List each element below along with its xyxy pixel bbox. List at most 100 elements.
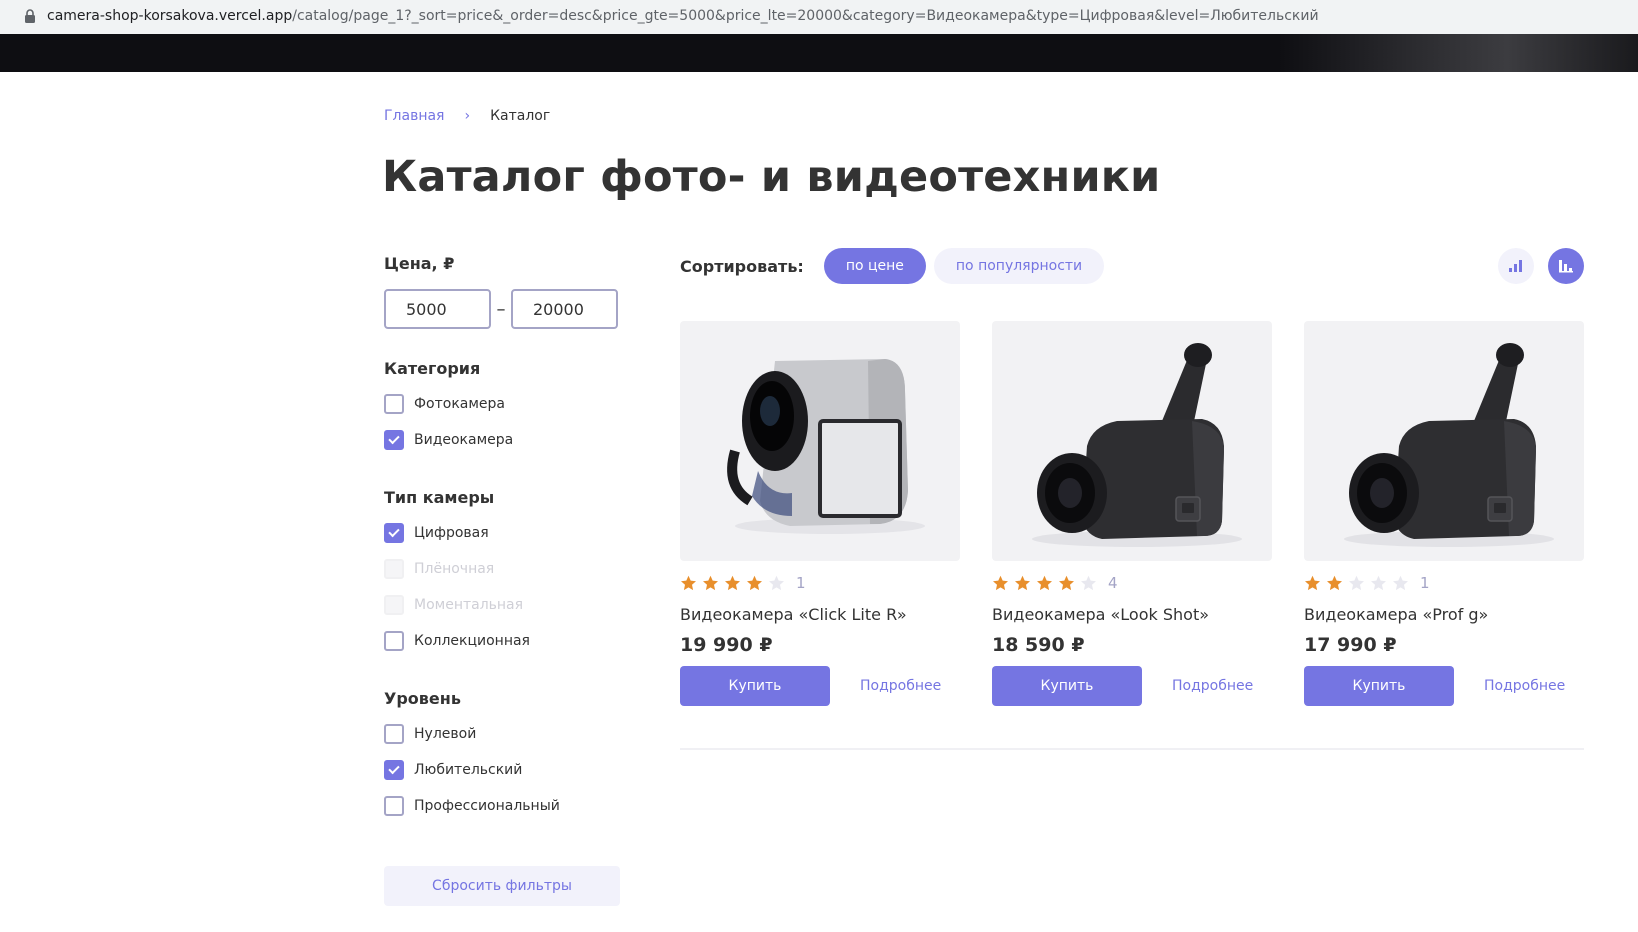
product-rating: 1	[680, 573, 960, 593]
product-image[interactable]	[680, 321, 960, 561]
filter-option-label: Моментальная	[414, 597, 524, 613]
price-range: 5000 – 20000	[384, 289, 620, 329]
checkbox-checked[interactable]	[384, 430, 404, 450]
product-price: 18 590 ₽	[992, 634, 1085, 656]
browser-address-bar[interactable]: camera-shop-korsakova.vercel.app/catalog…	[0, 0, 1638, 34]
sort-descending-button[interactable]	[1548, 248, 1584, 284]
checkbox[interactable]	[384, 724, 404, 744]
product-name[interactable]: Видеокамера «Click Lite R»	[680, 605, 960, 624]
filter-option[interactable]: Любительский	[384, 752, 620, 788]
details-link[interactable]: Подробнее	[1172, 678, 1253, 694]
price-dash: –	[496, 298, 506, 320]
star-filled-icon	[1015, 575, 1030, 590]
star-filled-icon	[681, 575, 696, 590]
details-link[interactable]: Подробнее	[1484, 678, 1565, 694]
sort-by-popularity-button[interactable]: по популярности	[933, 248, 1105, 284]
checkbox	[384, 559, 404, 579]
product-card: 4 Видеокамера «Look Shot» 18 590 ₽ Купит…	[992, 321, 1272, 706]
checkmark-icon	[388, 525, 400, 538]
filters-sidebar: Цена, ₽ 5000 – 20000 Категория Фотокамер…	[384, 254, 620, 906]
level-filter: Уровень Нулевой Любительский Профессиональ…	[384, 689, 620, 824]
product-rating: 1	[1304, 573, 1584, 593]
filter-option-label: Нулевой	[414, 726, 477, 742]
filter-option-label: Цифровая	[414, 525, 489, 541]
reset-filters-button[interactable]: Сбросить фильтры	[384, 866, 620, 906]
product-list: 1 Видеокамера «Click Lite R» 19 990 ₽ Ку…	[680, 321, 1584, 706]
product-price: 19 990 ₽	[680, 634, 773, 656]
breadcrumb-current: Каталог	[490, 108, 551, 124]
product-actions: Купить Подробнее	[992, 666, 1272, 706]
filter-option[interactable]: Коллекционная	[384, 623, 620, 659]
filter-option-label: Видеокамера	[414, 432, 514, 448]
category-filter: Категория Фотокамера Видеокамера	[384, 359, 620, 458]
checkbox[interactable]	[384, 631, 404, 651]
level-filter-title: Уровень	[384, 689, 461, 708]
star-empty-icon	[1349, 575, 1364, 590]
filter-option: Моментальная	[384, 587, 620, 623]
lock-icon	[25, 9, 35, 23]
buy-button[interactable]: Купить	[680, 666, 830, 706]
filter-option-label: Любительский	[414, 762, 523, 778]
checkbox[interactable]	[384, 796, 404, 816]
url-text[interactable]: camera-shop-korsakova.vercel.app/catalog…	[47, 8, 1319, 24]
filter-option[interactable]: Цифровая	[384, 515, 620, 551]
star-filled-icon	[725, 575, 740, 590]
breadcrumb: Главная › Каталог	[384, 108, 550, 124]
sort-descending-icon	[1559, 260, 1573, 273]
product-card: 1 Видеокамера «Click Lite R» 19 990 ₽ Ку…	[680, 321, 960, 706]
star-empty-icon	[1081, 575, 1096, 590]
filter-option-label: Профессиональный	[414, 798, 560, 814]
filter-option[interactable]: Нулевой	[384, 716, 620, 752]
checkbox-checked[interactable]	[384, 760, 404, 780]
sort-by-price-button[interactable]: по цене	[823, 248, 926, 284]
price-to-input[interactable]: 20000	[511, 289, 618, 329]
star-filled-icon	[1305, 575, 1320, 590]
filter-option: Плёночная	[384, 551, 620, 587]
price-filter-title: Цена, ₽	[384, 254, 455, 273]
review-count: 4	[1108, 574, 1118, 592]
product-rating: 4	[992, 573, 1272, 593]
buy-button[interactable]: Купить	[1304, 666, 1454, 706]
review-count: 1	[796, 574, 806, 592]
black-camcorder-image	[1344, 343, 1554, 547]
product-name[interactable]: Видеокамера «Look Shot»	[992, 605, 1272, 624]
star-empty-icon	[1393, 575, 1408, 590]
type-filter: Тип камеры Цифровая Плёночная Моментальная…	[384, 488, 620, 659]
star-filled-icon	[703, 575, 718, 590]
chevron-right-icon: ›	[464, 108, 471, 124]
sort-bar: Сортировать: по цене по популярности	[680, 248, 1112, 284]
breadcrumb-home-link[interactable]: Главная	[384, 108, 444, 124]
page-title: Каталог фото- и видеотехники	[382, 152, 1161, 202]
sort-ascending-icon	[1509, 260, 1522, 272]
product-actions: Купить Подробнее	[1304, 666, 1584, 706]
sort-label: Сортировать:	[680, 256, 804, 276]
buy-button[interactable]: Купить	[992, 666, 1142, 706]
checkbox-checked[interactable]	[384, 523, 404, 543]
url-host: camera-shop-korsakova.vercel.app	[47, 8, 293, 24]
filter-option[interactable]: Профессиональный	[384, 788, 620, 824]
filter-option[interactable]: Фотокамера	[384, 386, 620, 422]
filter-option-label: Фотокамера	[414, 396, 506, 412]
category-filter-title: Категория	[384, 359, 481, 378]
silver-camcorder-image	[727, 359, 925, 534]
checkmark-icon	[388, 762, 400, 775]
product-image[interactable]	[1304, 321, 1584, 561]
type-filter-title: Тип камеры	[384, 488, 495, 507]
url-path: /catalog/page_1?_sort=price&_order=desc&…	[292, 8, 1319, 24]
product-image[interactable]	[992, 321, 1272, 561]
filter-option-label: Коллекционная	[414, 633, 530, 649]
star-filled-icon	[993, 575, 1008, 590]
star-empty-icon	[1371, 575, 1386, 590]
filter-option[interactable]: Видеокамера	[384, 422, 620, 458]
divider	[680, 748, 1584, 750]
product-actions: Купить Подробнее	[680, 666, 960, 706]
site-header	[0, 34, 1638, 72]
checkbox[interactable]	[384, 394, 404, 414]
product-name[interactable]: Видеокамера «Prof g»	[1304, 605, 1584, 624]
details-link[interactable]: Подробнее	[860, 678, 941, 694]
black-camcorder-image	[1032, 343, 1242, 547]
sort-ascending-button[interactable]	[1498, 248, 1534, 284]
star-filled-icon	[1327, 575, 1342, 590]
star-filled-icon	[1037, 575, 1052, 590]
price-from-input[interactable]: 5000	[384, 289, 491, 329]
